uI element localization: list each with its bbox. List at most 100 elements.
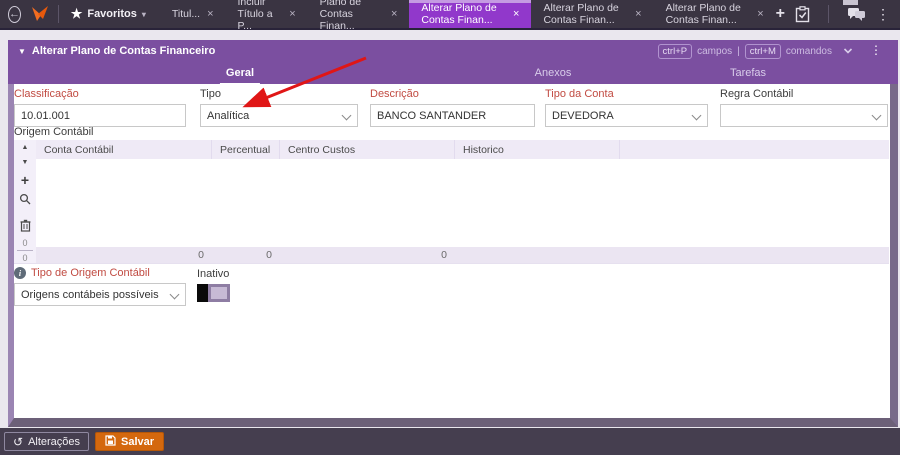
salvar-button[interactable]: Salvar xyxy=(95,432,165,451)
save-disk-icon xyxy=(105,434,116,449)
panel-tabs: Geral Anexos Tarefas xyxy=(8,62,898,85)
grid-toolbar: ▲ ▼ + 0 0 xyxy=(14,140,36,263)
origem-contabil-grid: ▲ ▼ + 0 0 Conta Contábil Percentual Cent… xyxy=(14,140,889,264)
close-icon[interactable]: × xyxy=(635,8,641,20)
classificacao-input[interactable]: 10.01.001 xyxy=(14,104,186,127)
tab-tarefas[interactable]: Tarefas xyxy=(724,65,772,83)
back-button[interactable]: ← xyxy=(8,5,21,23)
topbar-actions: + ⋮ xyxy=(776,5,900,23)
topbar-tabs: Titul... × Incluir Título a P... × Plano… xyxy=(160,0,776,32)
back-arrow-icon: ← xyxy=(9,8,20,20)
tab-geral[interactable]: Geral xyxy=(219,65,261,85)
tab-alterar-plano-2[interactable]: Alterar Plano de Contas Finan... × xyxy=(531,0,653,28)
total-percentual: 0 xyxy=(266,249,272,261)
grid-header-row: Conta Contábil Percentual Centro Custos … xyxy=(36,140,889,159)
chevron-down-icon xyxy=(872,111,881,120)
toggle-track xyxy=(208,284,230,302)
salvar-label: Salvar xyxy=(121,435,155,448)
tipo-da-conta-select[interactable]: DEVEDORA xyxy=(545,104,708,127)
tab-label: Alterar Plano de Contas Finan... xyxy=(665,2,741,26)
topbar-divider xyxy=(58,5,59,23)
field-tipo-da-conta: Tipo da Conta DEVEDORA xyxy=(545,88,708,127)
tab-label: Titul... xyxy=(171,8,201,20)
collapse-icon[interactable]: ▼ xyxy=(18,47,26,56)
grid-body-empty[interactable] xyxy=(36,159,889,247)
origem-contabil-section-label: Origem Contábil xyxy=(14,126,94,138)
field-classificacao: Classificação 10.01.001 xyxy=(14,88,186,127)
classificacao-value: 10.01.001 xyxy=(21,109,70,122)
field-tipo: Tipo Analítica xyxy=(200,88,358,127)
tipo-select[interactable]: Analítica xyxy=(200,104,358,127)
close-icon[interactable]: × xyxy=(757,8,763,20)
tipo-da-conta-value: DEVEDORA xyxy=(552,109,614,122)
field-regra-contabil: Regra Contábil xyxy=(720,88,888,127)
tab-incluir-titulo[interactable]: Incluir Título a P... × xyxy=(226,0,308,32)
close-icon[interactable]: × xyxy=(391,8,397,20)
add-row-icon[interactable]: + xyxy=(17,172,33,188)
counter-top: 0 xyxy=(22,238,28,248)
info-icon[interactable]: i xyxy=(14,267,26,279)
column-header-historico[interactable]: Historico xyxy=(455,140,620,159)
total-conta-contabil: 0 xyxy=(198,249,204,261)
grid-main: Conta Contábil Percentual Centro Custos … xyxy=(36,140,889,263)
chevron-down-icon: ▾ xyxy=(141,9,146,19)
ctrl-p-badge: ctrl+P xyxy=(657,43,693,59)
tab-label: Alterar Plano de Contas Finan... xyxy=(543,2,619,26)
panel-kebab-icon[interactable]: ⋮ xyxy=(870,43,882,57)
kebab-menu-icon[interactable]: ⋮ xyxy=(876,6,890,23)
column-header-empty xyxy=(620,140,889,159)
tab-label: Alterar Plano de Contas Finan... xyxy=(421,2,497,26)
campos-label: campos xyxy=(697,45,733,57)
close-icon[interactable]: × xyxy=(207,8,213,20)
ctrl-m-badge: ctrl+M xyxy=(744,43,781,59)
shortcut-hints: ctrl+P campos | ctrl+M comandos xyxy=(657,40,832,62)
trash-icon[interactable] xyxy=(17,219,33,232)
tab-label: Incluir Título a P... xyxy=(237,0,273,32)
inativo-label: Inativo xyxy=(197,268,230,280)
tab-label: Plano de Contas Finan... xyxy=(319,0,362,32)
tipo-origem-contabil-select[interactable]: Origens contábeis possíveis xyxy=(14,283,186,306)
star-icon: ★ xyxy=(70,6,83,21)
row-counter: 0 0 xyxy=(14,238,36,263)
footer-bar: ↺ Alterações Salvar xyxy=(0,428,900,455)
search-icon[interactable] xyxy=(17,193,33,205)
tipo-da-conta-label: Tipo da Conta xyxy=(545,88,614,100)
close-icon[interactable]: × xyxy=(289,8,295,20)
topbar-divider xyxy=(828,5,829,23)
descricao-value: BANCO SANTANDER xyxy=(377,109,487,122)
new-tab-icon[interactable]: + xyxy=(776,6,785,22)
column-header-centro-custos[interactable]: Centro Custos xyxy=(280,140,455,159)
tab-plano-contas[interactable]: Plano de Contas Finan... × xyxy=(308,0,410,32)
undo-icon: ↺ xyxy=(13,434,24,449)
total-centro-custos: 0 xyxy=(441,249,447,261)
chevron-down-icon xyxy=(342,111,351,120)
clipboard-check-icon[interactable] xyxy=(795,5,810,23)
column-header-conta-contabil[interactable]: Conta Contábil xyxy=(36,140,212,159)
toggle-off-segment xyxy=(197,284,208,302)
inativo-toggle[interactable] xyxy=(197,284,230,302)
regra-contabil-label: Regra Contábil xyxy=(720,88,794,100)
favorites-menu[interactable]: ★ Favoritos ▾ xyxy=(67,6,150,22)
tab-titulo[interactable]: Titul... × xyxy=(160,0,226,28)
panel-title: Alterar Plano de Contas Financeiro xyxy=(31,45,216,57)
close-icon[interactable]: × xyxy=(513,8,519,20)
tipo-value: Analítica xyxy=(207,109,250,122)
tab-anexos[interactable]: Anexos xyxy=(529,65,578,83)
tipo-label: Tipo xyxy=(200,88,221,100)
classificacao-label: Classificação xyxy=(14,88,79,100)
alteracoes-button[interactable]: ↺ Alterações xyxy=(4,432,90,451)
field-tipo-origem-contabil: Origens contábeis possíveis xyxy=(14,283,186,306)
sort-up-icon[interactable]: ▲ xyxy=(17,143,33,152)
descricao-input[interactable]: BANCO SANTANDER xyxy=(370,104,535,127)
app-screen: ← ★ Favoritos ▾ Titul... × Incluir Títul… xyxy=(0,0,900,455)
topbar: ← ★ Favoritos ▾ Titul... × Incluir Títul… xyxy=(0,0,900,32)
panel-chevron-down-icon[interactable] xyxy=(842,44,854,62)
chat-icon[interactable] xyxy=(847,7,866,22)
regra-contabil-select[interactable] xyxy=(720,104,888,127)
app-logo-icon[interactable] xyxy=(30,5,50,23)
tab-alterar-plano-active[interactable]: Alterar Plano de Contas Finan... × xyxy=(409,0,532,28)
main-panel: ▼ Alterar Plano de Contas Financeiro ctr… xyxy=(8,40,898,427)
column-header-percentual[interactable]: Percentual xyxy=(212,140,280,159)
tab-alterar-plano-3[interactable]: Alterar Plano de Contas Finan... × xyxy=(654,0,776,28)
sort-down-icon[interactable]: ▼ xyxy=(17,158,33,167)
